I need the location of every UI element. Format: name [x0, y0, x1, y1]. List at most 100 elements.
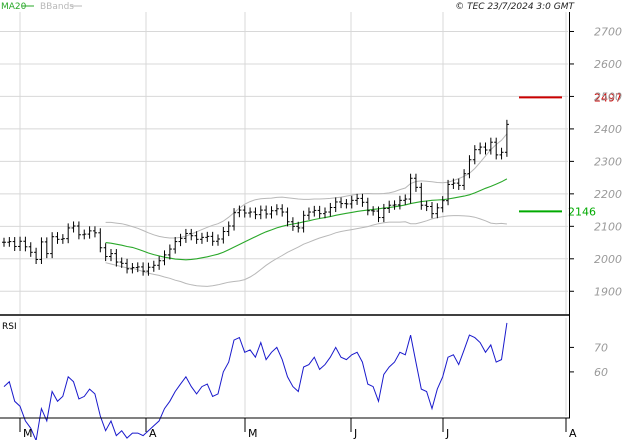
price-bar: [371, 206, 376, 216]
price-bar: [413, 173, 418, 192]
price-bar: [253, 207, 258, 220]
bbands-layer: [105, 133, 508, 287]
price-bar: [226, 221, 231, 237]
month-tick-label: A: [569, 427, 577, 440]
price-bar: [328, 202, 333, 217]
price-bar: [339, 197, 344, 209]
rsi-layer: [3, 322, 508, 440]
price-bar: [173, 237, 178, 254]
price-tick-label: 1900: [594, 285, 622, 298]
price-bar: [44, 237, 49, 259]
price-bar: [440, 196, 445, 213]
price-bar: [50, 232, 55, 259]
price-bar: [210, 231, 215, 246]
price-bar: [98, 228, 103, 253]
support-level-label: 2146: [568, 205, 596, 218]
price-bar: [205, 231, 210, 242]
price-bar: [39, 237, 44, 264]
stock-chart: MA20 BBands © TEC 23/7/2024 3:0 GMT 2497…: [0, 2, 622, 440]
price-bar: [483, 142, 488, 155]
price-bar: [317, 205, 322, 219]
price-bar: [242, 205, 247, 218]
price-bar: [462, 169, 467, 190]
price-bar: [274, 204, 279, 216]
price-bar: [141, 262, 146, 276]
price-bar: [199, 232, 204, 244]
price-tick-label: 2100: [594, 220, 622, 233]
price-grid: [0, 12, 568, 314]
rsi-grid: [19, 318, 567, 416]
price-bar: [333, 197, 338, 213]
rsi-panel-label: RSI: [2, 322, 17, 332]
ma20-legend-label: MA20: [1, 2, 27, 12]
price-bar: [157, 256, 162, 270]
price-bar: [60, 234, 65, 244]
price-tick-label: 2200: [594, 188, 622, 201]
month-tick-label: A: [149, 427, 157, 440]
price-bar: [12, 237, 17, 252]
price-bar: [312, 205, 317, 217]
price-bar: [269, 206, 274, 219]
price-bars: [2, 119, 509, 276]
y-axis-ticks: 1900 2000 2100 2200 2300 2400 2500 2600 2700 60 70: [569, 25, 622, 379]
price-bar: [167, 244, 172, 260]
price-bar: [258, 205, 263, 220]
price-bar: [194, 231, 199, 244]
x-axis-ticks: MAMJJA: [19, 418, 577, 440]
price-bar: [365, 197, 370, 216]
price-tick-label: 2500: [594, 90, 622, 103]
price-bar: [435, 203, 440, 219]
price-bar: [456, 178, 461, 190]
month-tick-label: J: [353, 427, 357, 440]
ma20-line: [105, 178, 508, 261]
price-bar: [430, 201, 434, 219]
price-bar: [504, 119, 509, 157]
price-bar: [285, 207, 290, 227]
price-bar: [344, 199, 349, 209]
price-tick-label: 2000: [594, 253, 622, 266]
bbands-legend-label: BBands: [40, 2, 74, 12]
price-bar: [446, 179, 451, 206]
price-bar: [82, 229, 87, 240]
price-bar: [125, 258, 130, 274]
price-bar: [71, 221, 76, 233]
price-bar: [408, 173, 413, 204]
rsi-line: [3, 322, 508, 440]
rsi-tick-label: 60: [594, 366, 608, 379]
price-tick-label: 2700: [594, 25, 622, 38]
price-bar: [306, 207, 311, 220]
bbands-upper-line: [105, 133, 508, 239]
month-tick-label: M: [23, 427, 33, 440]
price-bar: [424, 200, 429, 212]
price-bar: [381, 203, 386, 223]
price-bar: [92, 226, 97, 238]
price-bar: [114, 249, 119, 267]
price-bar: [221, 226, 226, 244]
price-tick-label: 2400: [594, 123, 622, 136]
price-bar: [419, 182, 424, 210]
price-bar: [76, 221, 81, 240]
price-bar: [23, 236, 28, 252]
price-bar: [467, 155, 472, 179]
price-bar: [34, 247, 39, 264]
price-tick-label: 2300: [594, 155, 622, 168]
price-bar: [355, 193, 360, 205]
price-bar: [28, 242, 33, 257]
price-bar: [178, 233, 183, 247]
price-bar: [360, 193, 365, 207]
price-bar: [494, 137, 499, 160]
price-bar: [397, 195, 402, 210]
price-bar: [18, 236, 23, 252]
month-tick-label: J: [445, 427, 449, 440]
price-bar: [151, 260, 156, 272]
price-bar: [2, 237, 6, 247]
price-bar: [248, 207, 253, 218]
price-bar: [216, 234, 220, 246]
price-bar: [478, 142, 483, 155]
price-bar: [349, 195, 354, 209]
price-bar: [280, 204, 285, 217]
ma20-layer: [105, 178, 508, 261]
price-tick-label: 2600: [594, 58, 622, 71]
price-bar: [403, 194, 408, 205]
copyright-text: © TEC 23/7/2024 3:0 GMT: [455, 2, 575, 12]
